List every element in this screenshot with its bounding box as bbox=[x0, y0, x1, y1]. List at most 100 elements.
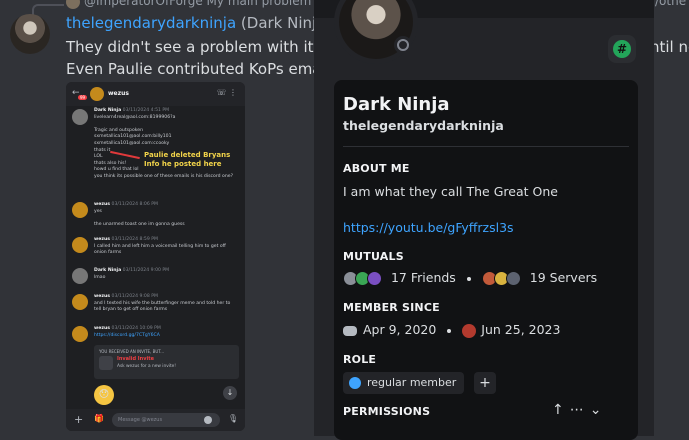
profile-popout: # Dark Ninja thelegendarydarkninja ABOUT… bbox=[314, 0, 654, 440]
shot-line: I called him and left him a voicemail te… bbox=[94, 243, 226, 249]
shot-link: https://discord.gg/7CTgY6CA bbox=[94, 332, 160, 338]
discord-icon bbox=[343, 325, 357, 336]
permissions-heading: PERMISSIONS bbox=[343, 405, 431, 418]
separator-dot bbox=[466, 276, 471, 281]
avatar bbox=[72, 268, 88, 284]
shot-timestamp: 03/11/2024 4:51 PM bbox=[122, 108, 170, 113]
shot-line: howd u find that lol bbox=[94, 167, 139, 173]
avatar bbox=[72, 294, 88, 310]
emoji-icon bbox=[204, 416, 212, 424]
profile-username[interactable]: thelegendarydarkninja bbox=[343, 118, 504, 133]
avatar bbox=[72, 237, 88, 253]
shot-line: the unarmed toast one im gonna guess bbox=[94, 221, 185, 227]
shot-line: livelearn4real@aol.com:8199906?a bbox=[94, 114, 176, 120]
annotation-text: Paulie deleted Bryans Info he posted her… bbox=[144, 151, 230, 169]
annotation-line: Info he posted here bbox=[144, 160, 222, 168]
arrow-up-icon[interactable]: ↑ bbox=[552, 402, 570, 418]
avatar bbox=[72, 202, 88, 218]
avatar[interactable] bbox=[10, 14, 50, 54]
about-me-heading: ABOUT ME bbox=[343, 162, 410, 175]
reply-text: My main problem bbox=[206, 0, 312, 8]
message-username[interactable]: thelegendarydarkninja bbox=[66, 14, 236, 32]
shot-timestamp: 03/11/2024 8:06 PM bbox=[111, 202, 158, 207]
shot-line: tell bryan to get off onion farms bbox=[94, 307, 168, 313]
reply-avatar bbox=[66, 0, 80, 9]
friend-avatar bbox=[367, 271, 382, 286]
invite-icon bbox=[99, 356, 113, 370]
role-color-icon bbox=[349, 377, 361, 389]
profile-display-name: Dark Ninja bbox=[343, 94, 450, 115]
plus-icon: + bbox=[74, 413, 84, 426]
annotation-line: Paulie deleted Bryans bbox=[144, 151, 231, 159]
profile-avatar[interactable] bbox=[334, 0, 418, 64]
mutuals-heading: MUTUALS bbox=[343, 250, 404, 263]
server-join-date: Jun 25, 2023 bbox=[481, 322, 561, 337]
dm-header: ← 99 wezus ☏ ⋮ bbox=[66, 82, 245, 106]
shot-author: wezus bbox=[94, 202, 111, 207]
shot-timestamp: 03/11/2024 8:59 PM bbox=[111, 237, 158, 242]
unread-badge: 99 bbox=[78, 95, 88, 100]
hushed-face-icon: 😯 bbox=[94, 385, 114, 405]
shot-timestamp: 03/11/2024 10:09 PM bbox=[111, 326, 161, 331]
avatar bbox=[72, 326, 88, 342]
more-icon[interactable]: ⋯ bbox=[570, 402, 590, 418]
role-pill[interactable]: regular member bbox=[343, 372, 465, 394]
shot-line: thats it bbox=[94, 147, 111, 153]
shot-line: and I texted his wife the butterfinger m… bbox=[94, 300, 231, 306]
mic-icon: 🎙 bbox=[228, 414, 239, 423]
offline-icon bbox=[397, 39, 409, 51]
gift-icon: 🎁 bbox=[94, 414, 104, 423]
message-bar: + 🎁 Message @wezus 🎙 bbox=[66, 409, 245, 431]
chevron-down-icon: ↓ bbox=[223, 386, 237, 400]
shot-message: Dark Ninja 03/11/2024 4:51 PM livelearn4… bbox=[94, 108, 233, 181]
reply-author[interactable]: @ImperatorOfForge bbox=[84, 0, 203, 8]
clipped-text: ntil ne bbox=[650, 38, 689, 56]
invite-subtitle: Ask wezus for a new invite! bbox=[117, 364, 176, 369]
shot-author: Dark Ninja bbox=[94, 268, 122, 273]
about-me-text: I am what they call The Great One bbox=[343, 184, 558, 199]
shot-line: lmao bbox=[94, 274, 106, 280]
message-text: Even Paulie contributed KoPs email a bbox=[66, 60, 344, 78]
shot-author: Dark Ninja bbox=[94, 108, 122, 113]
server-tag-button[interactable]: # bbox=[608, 35, 636, 63]
role-name: regular member bbox=[367, 376, 457, 389]
invite-title: Invalid Invite bbox=[117, 356, 154, 362]
role-heading: ROLE bbox=[343, 353, 377, 366]
shot-line: you think its possible one of these emai… bbox=[94, 173, 234, 179]
shot-line: Tragic and outspoken bbox=[94, 127, 143, 133]
chevron-down-icon[interactable]: ⌄ bbox=[590, 402, 608, 418]
member-since-row: Apr 9, 2020 Jun 25, 2023 bbox=[343, 322, 560, 338]
invite-header: YOU RECEIVED AN INVITE, BUT... bbox=[99, 349, 165, 354]
shot-author: wezus bbox=[94, 326, 111, 331]
avatar bbox=[72, 109, 88, 125]
shot-timestamp: 03/11/2024 9:08 PM bbox=[111, 294, 158, 299]
reply-preview[interactable]: @ImperatorOfForge My main problem bbox=[66, 0, 311, 9]
profile-card: Dark Ninja thelegendarydarkninja ABOUT M… bbox=[334, 80, 638, 440]
separator-dot bbox=[447, 328, 452, 333]
reply-connector bbox=[32, 4, 64, 16]
status-indicator bbox=[394, 36, 412, 54]
shot-line: thats also his! bbox=[94, 160, 127, 166]
shot-line: onion farms bbox=[94, 250, 122, 256]
shot-line: yes bbox=[94, 208, 102, 214]
shot-line: LOL bbox=[94, 154, 103, 160]
divider bbox=[343, 146, 629, 147]
invite-card: YOU RECEIVED AN INVITE, BUT... Invalid I… bbox=[94, 345, 239, 379]
mutual-servers[interactable]: 19 Servers bbox=[530, 270, 597, 285]
member-since-heading: MEMBER SINCE bbox=[343, 301, 440, 314]
about-me-link[interactable]: https://youtu.be/gFyffrzsl3s bbox=[343, 220, 514, 235]
discord-join-date: Apr 9, 2020 bbox=[363, 322, 437, 337]
call-icon: ☏ ⋮ bbox=[216, 88, 237, 97]
shot-message: wezus 03/11/2024 8:06 PM yes the unarmed… bbox=[94, 202, 185, 228]
mutuals-row: 17 Friends 19 Servers bbox=[343, 270, 597, 286]
shot-author: wezus bbox=[94, 294, 111, 299]
shot-author: wezus bbox=[94, 237, 111, 242]
message-text: They didn't see a problem with it bac bbox=[66, 38, 346, 56]
shot-line: sxmetallica101@aol.com:billy101 bbox=[94, 134, 172, 140]
mutual-friends[interactable]: 17 Friends bbox=[391, 270, 456, 285]
permissions-tools: ↑⋯⌄ bbox=[552, 402, 607, 418]
avatar bbox=[90, 87, 104, 101]
attached-screenshot[interactable]: ← 99 wezus ☏ ⋮ Dark Ninja 03/11/2024 4:5… bbox=[66, 82, 245, 431]
add-role-button[interactable]: + bbox=[474, 372, 496, 394]
dm-name: wezus bbox=[108, 90, 129, 97]
